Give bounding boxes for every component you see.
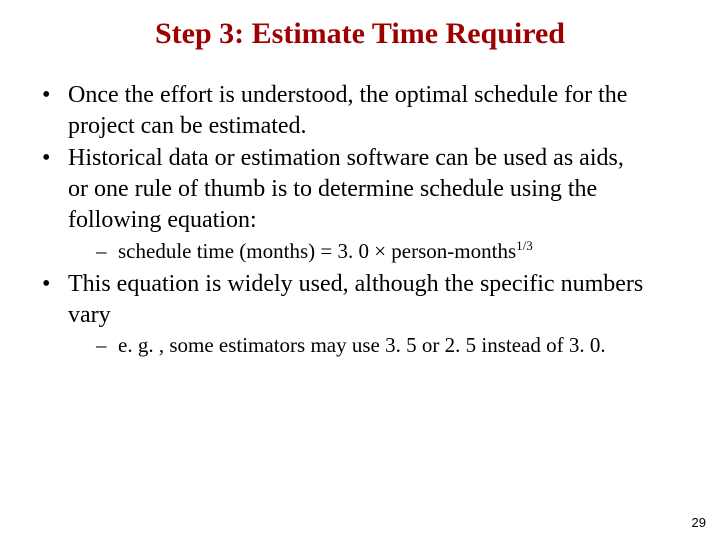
slide-title: Step 3: Estimate Time Required <box>36 16 684 52</box>
page-number: 29 <box>692 515 706 530</box>
bullet-text-line2: or one rule of thumb is to determine sch… <box>68 176 597 233</box>
sub-bullet-list: e. g. , some estimators may use 3. 5 or … <box>68 332 684 359</box>
bullet-item-1: Once the effort is understood, the optim… <box>40 80 684 141</box>
slide: Step 3: Estimate Time Required Once the … <box>0 0 720 540</box>
equation-text: schedule time (months) = 3. 0 × person-m… <box>118 239 516 263</box>
bullet-text-line1: Historical data or estimation software c… <box>68 145 624 171</box>
sub-bullet-example: e. g. , some estimators may use 3. 5 or … <box>96 332 684 359</box>
bullet-text: Once the effort is understood, the optim… <box>68 82 627 139</box>
equation-exponent: 1/3 <box>516 238 533 253</box>
bullet-text: This equation is widely used, although t… <box>68 271 643 328</box>
example-text: e. g. , some estimators may use 3. 5 or … <box>118 333 606 357</box>
bullet-item-2: Historical data or estimation software c… <box>40 143 684 264</box>
sub-bullet-list: schedule time (months) = 3. 0 × person-m… <box>68 238 684 265</box>
bullet-item-3: This equation is widely used, although t… <box>40 269 684 360</box>
bullet-list: Once the effort is understood, the optim… <box>36 80 684 360</box>
sub-bullet-equation: schedule time (months) = 3. 0 × person-m… <box>96 238 684 265</box>
